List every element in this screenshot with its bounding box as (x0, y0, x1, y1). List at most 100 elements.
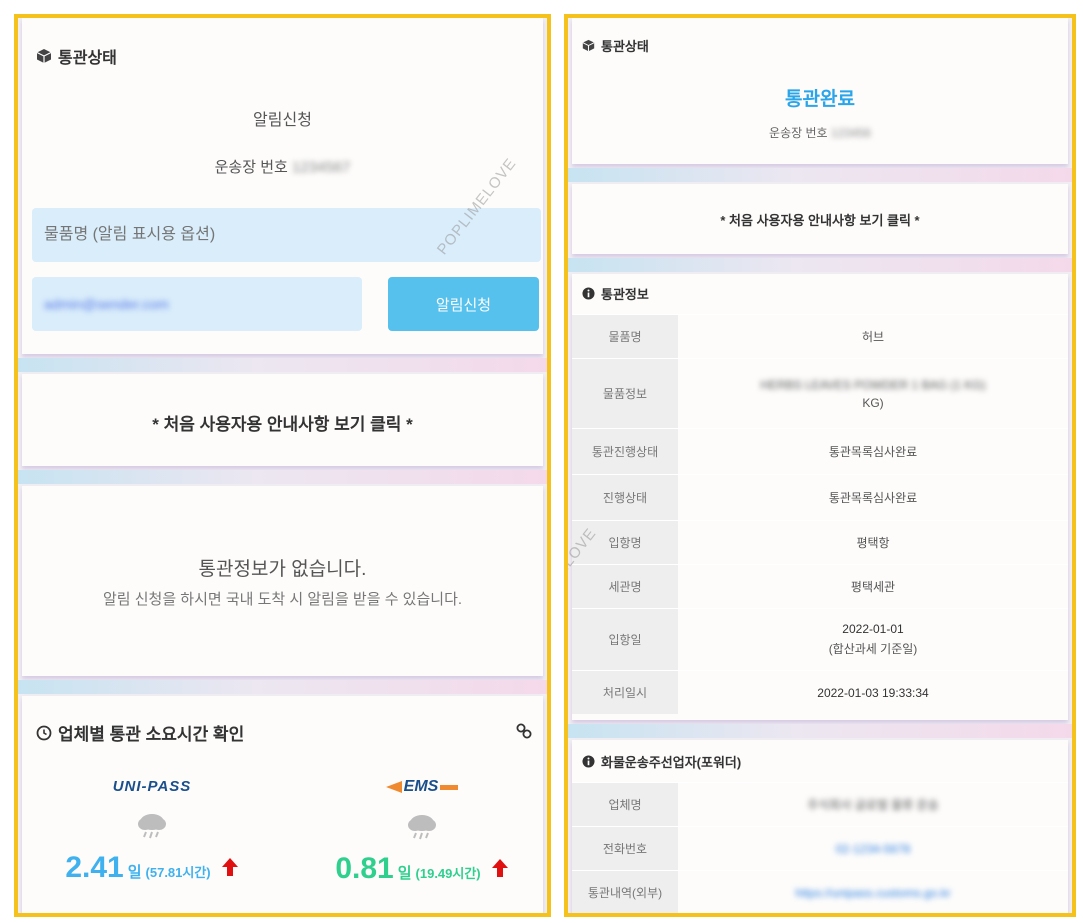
unipass-day-unit: 일 (127, 864, 142, 881)
table-row: 세관명 평택세관 (572, 564, 1068, 608)
table-row: 통관내역(외부) https://unipass.customs.go.kr (572, 870, 1068, 913)
customs-office-value: 평택세관 (850, 580, 896, 594)
row-value: HERBS LEAVES POWDER 1 BAG (1 KG) KG) (678, 359, 1068, 428)
row-label: 물품정보 (572, 359, 678, 428)
package-icon (36, 49, 52, 63)
left-panel: 통관상태 알림신청 운송장 번호 1234567 admin@sender.co… (14, 14, 551, 917)
item-info-sub: KG) (862, 395, 884, 410)
guide-link[interactable]: * 처음 사용자용 안내사항 보기 클릭 * (22, 410, 543, 435)
up-arrow-icon (491, 859, 508, 877)
ems-logo: EMS (332, 778, 512, 796)
table-row: 물품정보 HERBS LEAVES POWDER 1 BAG (1 KG) KG… (572, 358, 1068, 428)
row-value: 허브 (678, 315, 1068, 358)
ems-time: 0.81 일 (19.49시간) (332, 852, 512, 886)
row-value: 평택항 (678, 521, 1068, 564)
link-icon[interactable] (515, 722, 533, 740)
notify-button[interactable]: 알림신청 (388, 277, 539, 331)
package-icon (582, 39, 595, 52)
email-input[interactable]: admin@sender.com (32, 277, 362, 331)
row-label: 전화번호 (572, 827, 678, 870)
waybill-label: 운송장 번호 (769, 126, 828, 140)
row-label: 처리일시 (572, 671, 678, 714)
table-row: 물품명 허브 (572, 314, 1068, 358)
carrier-ems: EMS 0.81 일 (19.49시간) (332, 778, 512, 908)
status-title: 통관상태 (601, 39, 649, 54)
ems-day-unit: 일 (397, 865, 412, 882)
separator (18, 470, 547, 484)
separator (568, 168, 1072, 182)
row-value: 2022-01-01 (합산과세 기준일) (678, 609, 1068, 670)
row-value: https://unipass.customs.go.kr (678, 871, 1068, 913)
carrier-unipass: UNI-PASS 2.41 일 (57.81시간) (62, 778, 242, 908)
forwarder-card: 화물운송주선업자(포워더) 업체명 주식회사 글로벌 물류 운송 전화번호 02… (572, 740, 1068, 913)
table-row: 처리일시 2022-01-03 19:33:34 (572, 670, 1068, 714)
table-row: 통관진행상태 통관목록심사완료 (572, 428, 1068, 474)
guide-card[interactable]: * 처음 사용자용 안내사항 보기 클릭 * (572, 184, 1068, 254)
status-title: 통관상태 (58, 50, 117, 67)
empty-subtitle: 알림 신청을 하시면 국내 도착 시 알림을 받을 수 있습니다. (102, 591, 463, 608)
status-value: 통관완료 (785, 89, 855, 110)
guide-link[interactable]: * 처음 사용자용 안내사항 보기 클릭 * (572, 210, 1068, 229)
email-value: admin@sender.com (44, 296, 169, 312)
clock-icon (36, 725, 52, 740)
right-panel: 통관상태 통관완료 운송장 번호 123456 * 처음 사용자용 안내사항 보… (564, 14, 1076, 917)
empty-info-card: 통관정보가 없습니다. 알림 신청을 하시면 국내 도착 시 알림을 받을 수 … (22, 486, 543, 676)
info-icon (582, 287, 595, 300)
info-title: 통관정보 (601, 287, 649, 302)
row-label: 입항일 (572, 609, 678, 670)
progress-status-value: 통관목록심사완료 (828, 491, 918, 505)
row-label: 입항명 (572, 521, 678, 564)
item-name-input[interactable] (32, 208, 541, 262)
row-value: 주식회사 글로벌 물류 운송 (678, 783, 1068, 826)
row-label: 통관진행상태 (572, 429, 678, 474)
arrival-date-sub: (합산과세 기준일) (828, 642, 918, 656)
row-value: 2022-01-03 19:33:34 (678, 671, 1068, 714)
rain-cloud-icon (408, 815, 436, 840)
arrival-date-value: 2022-01-01 (842, 622, 904, 636)
status-card: 통관상태 통관완료 운송장 번호 123456 (572, 18, 1068, 164)
empty-title: 통관정보가 없습니다. (198, 559, 367, 580)
rain-cloud-icon (138, 814, 166, 839)
row-value: 통관목록심사완료 (678, 475, 1068, 520)
external-history-link[interactable]: https://unipass.customs.go.kr (795, 886, 950, 900)
unipass-logo: UNI-PASS (112, 778, 192, 795)
notify-heading: 알림신청 (253, 112, 312, 129)
ems-hours: (19.49시간) (415, 866, 481, 881)
item-name-value: 허브 (861, 330, 885, 344)
carrier-time-card: 업체별 통관 소요시간 확인 UNI-PASS 2.41 일 (57.81시간) (22, 696, 543, 913)
clearance-status-value: 통관목록심사완료 (828, 445, 918, 459)
row-value: 통관목록심사완료 (678, 429, 1068, 474)
item-info-value: HERBS LEAVES POWDER 1 BAG (1 KG) (760, 377, 986, 392)
table-row: 입항명 평택항 (572, 520, 1068, 564)
status-section-title: 통관상태 (36, 44, 117, 68)
customs-info-table: 물품명 허브 물품정보 HERBS LEAVES POWDER 1 BAG (1… (572, 314, 1068, 714)
forwarder-title: 화물운송주선업자(포워더) (601, 755, 742, 770)
forwarder-table: 업체명 주식회사 글로벌 물류 운송 전화번호 02-1234-5678 통관내… (572, 782, 1068, 913)
row-label: 진행상태 (572, 475, 678, 520)
status-section-title: 통관상태 (582, 36, 649, 55)
carrier-section-title: 업체별 통관 소요시간 확인 (36, 720, 244, 745)
table-row: 진행상태 통관목록심사완료 (572, 474, 1068, 520)
port-name-value: 평택항 (856, 536, 890, 550)
waybill-label: 운송장 번호 (214, 159, 288, 176)
info-section-title: 통관정보 (582, 284, 649, 303)
table-row: 업체명 주식회사 글로벌 물류 운송 (572, 782, 1068, 826)
forwarder-section-title: 화물운송주선업자(포워더) (582, 752, 741, 771)
phone-link[interactable]: 02-1234-5678 (836, 842, 911, 856)
row-label: 통관내역(외부) (572, 871, 678, 913)
unipass-time: 2.41 일 (57.81시간) (62, 851, 242, 885)
carrier-title: 업체별 통관 소요시간 확인 (58, 725, 245, 744)
row-label: 업체명 (572, 783, 678, 826)
guide-card[interactable]: * 처음 사용자용 안내사항 보기 클릭 * (22, 374, 543, 466)
row-value: 02-1234-5678 (678, 827, 1068, 870)
separator (18, 358, 547, 372)
customs-info-card: 통관정보 물품명 허브 물품정보 HERBS LEAVES POWDER 1 B… (572, 274, 1068, 720)
waybill-value: 1234567 (291, 159, 351, 176)
notify-card: 통관상태 알림신청 운송장 번호 1234567 admin@sender.co… (22, 18, 543, 354)
company-name-value: 주식회사 글로벌 물류 운송 (807, 798, 939, 812)
row-label: 세관명 (572, 565, 678, 608)
table-row: 전화번호 02-1234-5678 (572, 826, 1068, 870)
info-icon (582, 755, 595, 768)
unipass-days: 2.41 (65, 851, 124, 884)
processed-at-value: 2022-01-03 19:33:34 (817, 685, 929, 700)
